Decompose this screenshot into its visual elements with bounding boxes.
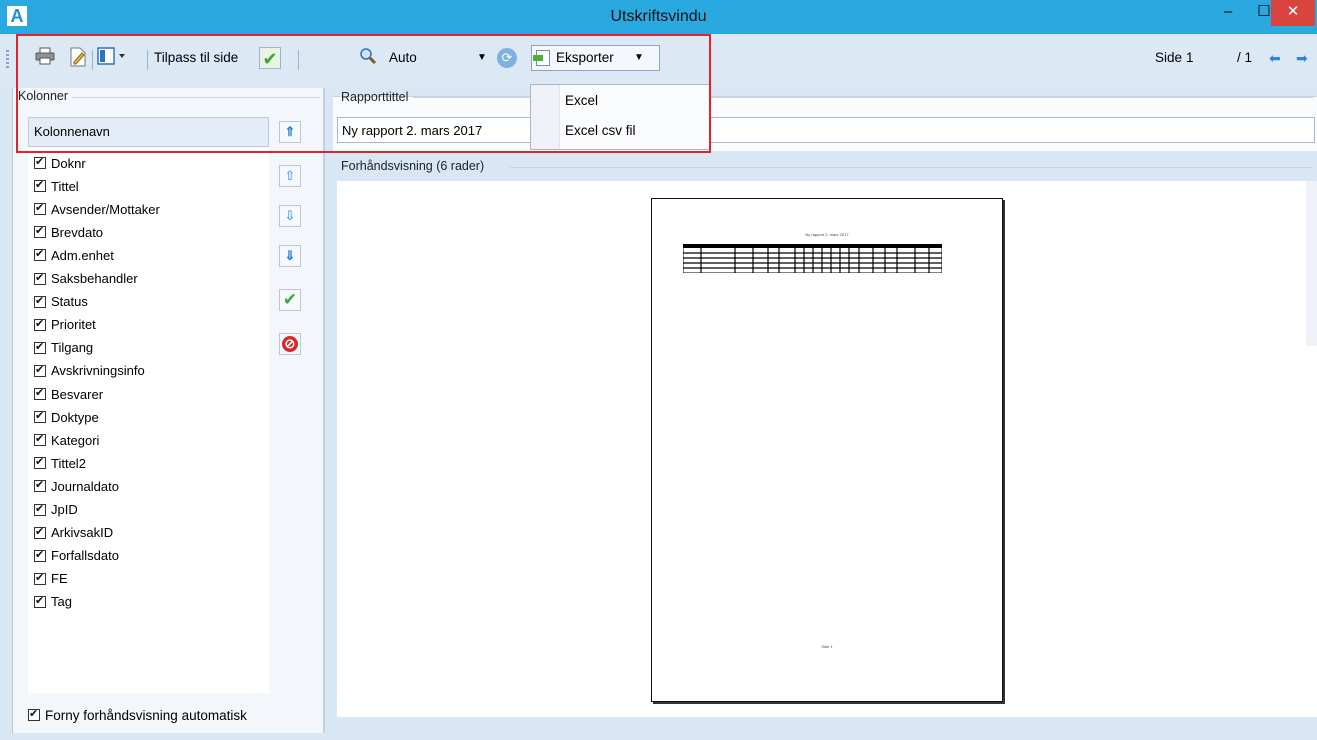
column-item-label: JpID xyxy=(51,502,78,517)
checkbox[interactable] xyxy=(34,548,46,562)
checkbox[interactable] xyxy=(34,455,46,470)
column-item-label: FE xyxy=(51,571,68,587)
checkbox[interactable] xyxy=(34,594,46,608)
cancel-icon[interactable]: ⊘ xyxy=(279,333,301,355)
checkbox[interactable] xyxy=(34,224,46,239)
column-item[interactable]: Doktype xyxy=(34,406,99,428)
checkbox[interactable] xyxy=(34,432,46,447)
move-down-button[interactable]: ⇩ xyxy=(279,205,301,227)
checkbox[interactable] xyxy=(34,386,46,400)
checkbox[interactable] xyxy=(34,178,46,193)
column-item[interactable]: ArkivsakID xyxy=(34,522,113,544)
column-item[interactable]: Brevdato xyxy=(34,221,103,243)
move-up-button[interactable]: ⇧ xyxy=(279,165,301,187)
column-item[interactable]: FE xyxy=(34,568,68,590)
column-item-label: Doknr xyxy=(51,155,86,171)
column-item[interactable]: Tittel xyxy=(34,175,79,197)
column-item[interactable]: Forfallsdato xyxy=(34,545,119,567)
column-item-label: Saksbehandler xyxy=(51,271,138,286)
column-item-label: Kategori xyxy=(51,432,100,448)
column-item[interactable]: Tag xyxy=(34,591,72,613)
checkbox[interactable] xyxy=(34,478,46,493)
move-bottom-button[interactable]: ⇓ xyxy=(279,245,301,267)
page-number-input[interactable]: 1 xyxy=(1186,47,1194,69)
checkbox[interactable] xyxy=(34,201,46,216)
check-icon[interactable]: ✔ xyxy=(279,289,301,311)
column-item-label: Avskrivningsinfo xyxy=(51,363,145,379)
column-item-label: Prioritet xyxy=(51,317,96,333)
checkbox[interactable] xyxy=(34,294,46,308)
column-item-label: ArkivsakID xyxy=(51,525,114,541)
checkbox[interactable] xyxy=(34,363,46,377)
checkbox[interactable] xyxy=(28,707,40,721)
column-item[interactable]: Doknr xyxy=(34,152,86,174)
checkbox[interactable] xyxy=(34,525,46,539)
checkbox[interactable] xyxy=(34,502,46,516)
preview-page: Ny rapport 2. mars 2017 Side 1 xyxy=(651,198,1003,702)
column-item-label: Status xyxy=(51,294,88,310)
column-item[interactable]: Adm.enhet xyxy=(34,244,114,266)
column-item-label: Besvarer xyxy=(51,386,104,402)
column-item[interactable]: Prioritet xyxy=(34,314,96,336)
column-item-label: Doktype xyxy=(51,409,99,425)
checkbox[interactable] xyxy=(34,271,46,285)
auto-refresh-label: Forny forhåndsvisning automatisk xyxy=(45,707,247,723)
column-item[interactable]: Besvarer xyxy=(34,383,103,405)
close-button[interactable]: ✕ xyxy=(1271,0,1315,26)
checkbox[interactable] xyxy=(34,340,46,354)
column-item-label: Adm.enhet xyxy=(51,247,114,263)
page-total: / 1 xyxy=(1237,50,1253,65)
checkbox[interactable] xyxy=(34,317,46,331)
arrow-right-icon[interactable]: ➡ xyxy=(1296,47,1308,69)
column-item-label: Tittel2 xyxy=(51,455,86,471)
checkbox[interactable] xyxy=(34,155,46,169)
column-item[interactable]: Kategori xyxy=(34,429,99,451)
column-item[interactable]: Tilgang xyxy=(34,337,93,359)
checkbox[interactable] xyxy=(34,409,46,424)
window-title: Utskriftsvindu xyxy=(610,8,707,25)
page-footer: Side 1 xyxy=(821,644,833,649)
column-item[interactable]: Avskrivningsinfo xyxy=(34,360,145,382)
preview-title: Forhåndsvisning (6 rader) xyxy=(341,159,485,173)
highlight-box xyxy=(16,34,711,153)
auto-refresh-checkbox[interactable]: Forny forhåndsvisning automatisk xyxy=(28,705,247,725)
preview-scroll-edge xyxy=(1306,181,1317,346)
toolbar-grip[interactable] xyxy=(6,50,9,70)
column-item-label: Tilgang xyxy=(51,340,94,356)
checkbox[interactable] xyxy=(34,571,46,585)
column-item[interactable]: Avsender/Mottaker xyxy=(34,198,160,220)
page-table-thumbnail xyxy=(683,244,942,273)
page-report-title: Ny rapport 2. mars 2017 xyxy=(805,232,849,237)
column-item[interactable]: Journaldato xyxy=(34,475,119,497)
column-item-label: Avsender/Mottaker xyxy=(51,201,160,217)
page-label: Side xyxy=(1155,50,1183,65)
column-item[interactable]: Tittel2 xyxy=(34,452,86,474)
column-item[interactable]: JpID xyxy=(34,499,78,521)
column-item-label: Tag xyxy=(51,594,72,610)
column-item[interactable]: Status xyxy=(34,291,88,313)
checkbox[interactable] xyxy=(34,247,46,262)
divider xyxy=(510,167,1313,168)
arrow-left-icon[interactable]: ⬅ xyxy=(1269,47,1281,69)
column-item[interactable]: Saksbehandler xyxy=(34,268,138,290)
column-item-label: Brevdato xyxy=(51,224,104,240)
column-item-label: Journaldato xyxy=(51,478,119,494)
column-item-label: Tittel xyxy=(51,178,79,194)
column-item-label: Forfallsdato xyxy=(51,548,119,564)
